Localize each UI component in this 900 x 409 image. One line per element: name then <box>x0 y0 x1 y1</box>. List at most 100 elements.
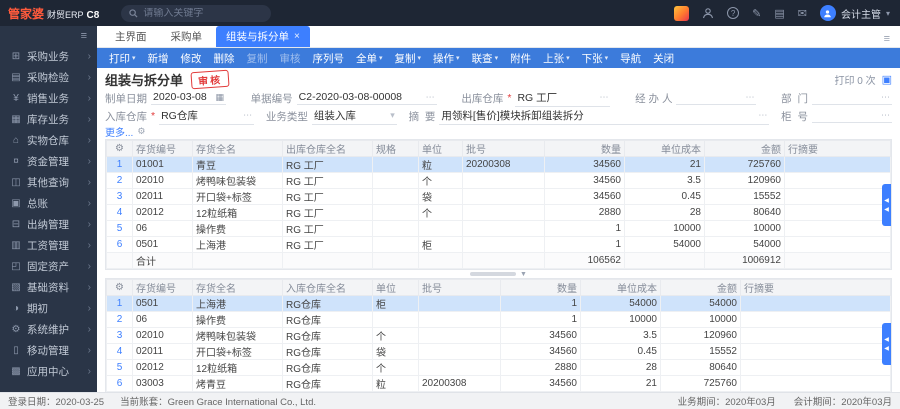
lookup-icon[interactable]: ⋯ <box>881 92 890 103</box>
status-bar: 登录日期：2020-03-25 当前账套：Green Grace Interna… <box>0 392 900 409</box>
agent-input[interactable]: ⋯ <box>676 92 757 105</box>
out-items-grid: ⚙ 存货编号 存货全名 出库仓库全名 规格 单位 批号 数量 单位成本 金额 行摘要 1 01001 青… <box>105 139 892 270</box>
table-row[interactable]: 3 02011 开口袋+标签 RG 工厂袋 34560 0.45 15552 <box>106 188 891 205</box>
toolbar-button-7[interactable]: 全单 ▾ <box>350 51 389 66</box>
toolbar-button-8[interactable]: 复制 ▾ <box>389 51 428 66</box>
table-row[interactable]: 4 02012 12粒纸箱 RG 工厂个 2880 28 80640 <box>106 204 891 221</box>
in-items-table: ⚙ 存货编号 存货全名 入库仓库全名 单位 批号 数量 单位成本 金额 行摘要 1 0501 上海港 R… <box>106 279 891 392</box>
sidebar-item-sales[interactable]: ¥ 销售业务 › <box>0 88 97 109</box>
table-row[interactable]: 2 02010 烤鸭味包装袋 RG 工厂个 34560 3.5 120960 <box>106 172 891 189</box>
tab-list-icon[interactable]: ≡ <box>884 33 890 47</box>
sidebar-item-payroll[interactable]: ▥ 工资管理 › <box>0 235 97 256</box>
lookup-icon[interactable]: ⋯ <box>758 110 767 121</box>
lookup-icon[interactable]: ⋯ <box>745 92 754 103</box>
toolbar-button-2[interactable]: 修改 <box>175 51 208 66</box>
toolbar-button-12[interactable]: 上张 ▾ <box>537 51 576 66</box>
sidebar-item-opening[interactable]: ◑ 期初 › <box>0 298 97 319</box>
sidebar-item-system-maintenance[interactable]: ⚙ 系统维护 › <box>0 319 97 340</box>
sidebar-item-inventory[interactable]: ▦ 库存业务 › <box>0 109 97 130</box>
table-row[interactable]: 6 03003 烤青豆 RG仓库粒 20200308 34560 21 725760 <box>106 375 891 392</box>
field-cabinet-no: 柜 号 ⋯ <box>781 109 892 123</box>
toolbar-button-0[interactable]: 打印 ▾ <box>103 51 142 66</box>
audit-stamp: 审核 <box>190 69 230 89</box>
sidebar-item-base-data[interactable]: ▧ 基础资料 › <box>0 277 97 298</box>
mail-icon[interactable]: ✉ <box>798 7 807 20</box>
biz-type-select[interactable]: 组装入库 ▾ <box>311 108 397 125</box>
column-settings-icon[interactable]: ⚙ <box>106 279 133 296</box>
calendar-icon[interactable]: ▦ <box>215 92 224 103</box>
document-header: 组装与拆分单 审核 打印 0 次 ▣ <box>105 68 892 90</box>
person-icon[interactable] <box>702 7 714 19</box>
table-row[interactable]: 5 06 操作费 RG 工厂 1 10000 10000 <box>106 220 891 237</box>
document-icon[interactable]: ▤ <box>774 7 784 20</box>
toolbar-button-6[interactable]: 序列号 <box>307 51 351 66</box>
settings-small-icon[interactable]: ⚙ <box>137 126 145 137</box>
sidebar-item-funds[interactable]: ¤ 资金管理 › <box>0 151 97 172</box>
global-search[interactable] <box>121 4 272 22</box>
user-menu[interactable]: 会计主管 ▾ <box>819 5 890 21</box>
toolbar-button-1[interactable]: 新增 <box>142 51 175 66</box>
toolbar-button-10[interactable]: 联查 ▾ <box>466 51 505 66</box>
splitter-handle[interactable] <box>470 272 517 276</box>
toolbar-button-11[interactable]: 附件 <box>504 51 537 66</box>
sidebar-item-general-ledger[interactable]: ▣ 总账 › <box>0 193 97 214</box>
note-icon[interactable]: ✎ <box>752 7 761 20</box>
table-row[interactable]: 6 0501 上海港 RG 工厂柜 1 54000 54000 <box>106 236 891 253</box>
column-settings-icon[interactable]: ⚙ <box>106 140 133 157</box>
collapse-panel-button[interactable]: ◀ ◀ <box>882 183 891 226</box>
app-logo: 管家婆 财贸ERP C8 <box>0 5 107 22</box>
sidebar-collapse-button[interactable]: ≡ <box>0 26 97 46</box>
in-warehouse-input[interactable]: RG仓库 ⋯ <box>159 108 255 125</box>
sidebar-item-app-center[interactable]: ▩ 应用中心 › <box>0 361 97 382</box>
sidebar-item-cashier[interactable]: ⊟ 出纳管理 › <box>0 214 97 235</box>
more-link[interactable]: 更多... <box>105 124 133 139</box>
caret-down-icon[interactable]: ▾ <box>390 110 395 121</box>
tab-assembly-split[interactable]: 组装与拆分单 × <box>216 26 310 47</box>
layout-toggle-icon[interactable]: ▣ <box>882 73 892 86</box>
sidebar-item-purchase-inspect[interactable]: ▤ 采购检验 › <box>0 67 97 88</box>
search-input[interactable] <box>143 7 264 19</box>
column-header: 存货编号 <box>132 140 193 157</box>
lookup-icon[interactable]: ⋯ <box>243 110 252 121</box>
lookup-icon[interactable]: ⋯ <box>599 92 608 103</box>
table-row[interactable]: 2 06 操作费 RG仓库 1 10000 10000 <box>106 311 891 328</box>
department-input[interactable]: ⋯ <box>811 92 892 105</box>
table-row[interactable]: 4 02011 开口袋+标签 RG仓库袋 34560 0.45 15552 <box>106 343 891 360</box>
doc-no-input[interactable]: C2-2020-03-08-00008 ⋯ <box>296 91 437 105</box>
toolbar-button-3[interactable]: 删除 <box>208 51 241 66</box>
cabinet-no-input[interactable]: ⋯ <box>811 110 892 123</box>
toolbar-button-9[interactable]: 操作 ▾ <box>427 51 466 66</box>
sidebar-item-other-query[interactable]: ◫ 其他查询 › <box>0 172 97 193</box>
summary-input[interactable]: 用领料[售价]模块拆卸组装拆分 ⋯ <box>439 108 770 125</box>
close-icon[interactable]: × <box>294 31 300 42</box>
sidebar-item-purchase[interactable]: ⊞ 采购业务 › <box>0 46 97 67</box>
help-icon[interactable]: ? <box>727 7 740 19</box>
collapse-left-icon: ◀ <box>884 197 889 204</box>
column-header: 存货全名 <box>192 279 283 296</box>
sidebar-item-physical-warehouse[interactable]: ⌂ 实物仓库 › <box>0 130 97 151</box>
table-row[interactable]: 5 02012 12粒纸箱 RG仓库个 2880 28 80640 <box>106 359 891 376</box>
toolbar-button-15[interactable]: 关闭 <box>647 51 680 66</box>
grid-splitter[interactable]: ▼ <box>105 270 892 278</box>
lookup-icon[interactable]: ⋯ <box>426 92 435 103</box>
collapse-panel-button[interactable]: ◀ ◀ <box>882 322 891 365</box>
tab-home[interactable]: 主界面 <box>105 26 157 47</box>
toolbar-button-13[interactable]: 下张 ▾ <box>576 51 615 66</box>
sidebar-item-mobile[interactable]: ▯ 移动管理 › <box>0 340 97 361</box>
table-row[interactable]: 3 02010 烤鸭味包装袋 RG仓库个 34560 3.5 120960 <box>106 327 891 344</box>
business-period: 业务期间：2020年03月 <box>677 397 776 408</box>
promo-badge-icon[interactable] <box>674 5 690 21</box>
lookup-icon[interactable]: ⋯ <box>881 110 890 121</box>
column-header: 单位成本 <box>624 140 705 157</box>
column-header: 存货编号 <box>132 279 193 296</box>
app-window: 管家婆 财贸ERP C8 ? ✎ ▤ ✉ 会计主管 ▾ ≡ <box>0 0 900 409</box>
sidebar-item-fixed-assets[interactable]: ◰ 固定资产 › <box>0 256 97 277</box>
table-row[interactable]: 1 0501 上海港 RG仓库柜 1 54000 54000 <box>106 295 891 312</box>
out-warehouse-input[interactable]: RG 工厂 ⋯ <box>515 90 611 107</box>
toolbar-button-14[interactable]: 导航 <box>614 51 647 66</box>
tab-purchase-order[interactable]: 采购单 <box>161 26 213 47</box>
table-row[interactable]: 1 01001 青豆 RG 工厂粒 20200308 34560 21 725760 <box>106 156 891 173</box>
make-date-input[interactable]: 2020-03-08 ▦ <box>151 91 226 105</box>
chevron-right-icon: › <box>87 135 91 146</box>
column-header: 规格 <box>372 140 419 157</box>
